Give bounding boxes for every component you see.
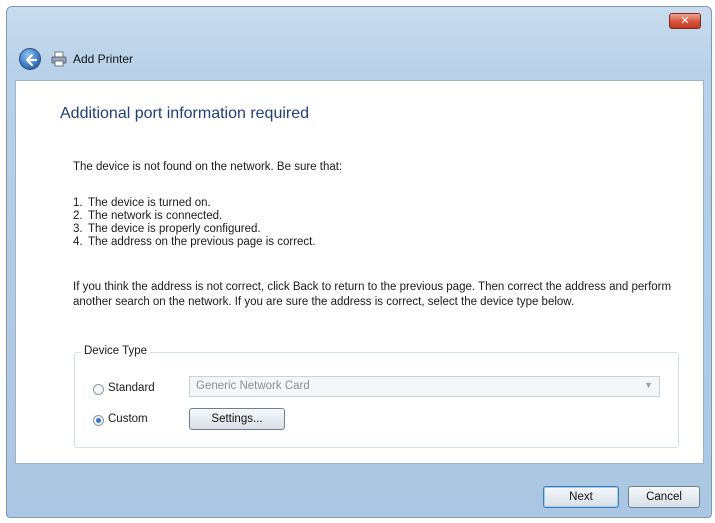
wizard-footer: Next Cancel [7, 464, 711, 517]
instructions-paragraph: If you think the address is not correct,… [73, 281, 672, 308]
custom-radio-label[interactable]: Custom [108, 413, 148, 425]
list-item: 3. The device is properly configured. [73, 223, 261, 235]
list-item: 1. The device is turned on. [73, 197, 211, 209]
printer-icon [51, 51, 67, 67]
title-bar: ✕ Add Printer [7, 7, 711, 77]
standard-radio-label[interactable]: Standard [108, 382, 155, 394]
cancel-button[interactable]: Cancel [628, 486, 700, 508]
standard-device-select: Generic Network Card ▼ [189, 376, 660, 397]
select-value: Generic Network Card [196, 380, 310, 392]
next-button[interactable]: Next [543, 486, 619, 508]
list-item: 2. The network is connected. [73, 210, 223, 222]
device-type-group: Device Type Standard Generic Network Car… [74, 345, 679, 448]
close-button[interactable]: ✕ [669, 13, 701, 29]
list-item: 4. The address on the previous page is c… [73, 236, 316, 248]
intro-text: The device is not found on the network. … [73, 161, 343, 173]
checklist: 1. The device is turned on. 2. The netwo… [73, 197, 316, 249]
page-heading: Additional port information required [60, 105, 310, 122]
settings-button[interactable]: Settings... [189, 408, 285, 430]
device-type-label: Device Type [81, 345, 151, 357]
back-arrow-icon [25, 53, 38, 67]
custom-radio[interactable] [93, 415, 104, 426]
close-icon: ✕ [680, 15, 690, 27]
standard-radio[interactable] [93, 384, 104, 395]
wizard-content-panel: Additional port information required The… [15, 80, 704, 464]
back-button[interactable] [19, 48, 41, 70]
add-printer-window: ✕ Add Printer Additional port informatio… [6, 6, 712, 518]
chevron-down-icon: ▼ [644, 380, 653, 390]
window-title: Add Printer [73, 52, 134, 66]
